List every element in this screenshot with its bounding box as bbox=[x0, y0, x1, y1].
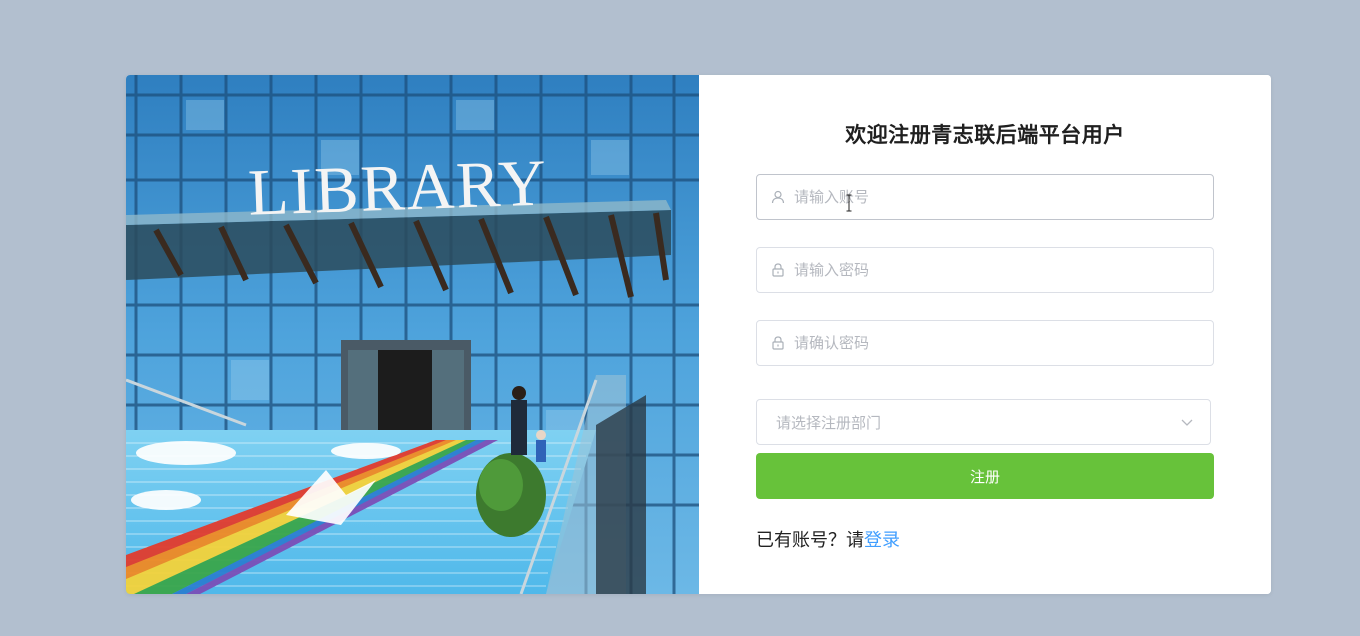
login-prompt-text: 已有账号？请 bbox=[756, 530, 864, 551]
page-title: 欢迎注册青志联后端平台用户 bbox=[845, 123, 1125, 147]
password-input[interactable] bbox=[794, 250, 1194, 290]
register-form: 欢迎注册青志联后端平台用户 请输入账号 请选择注册部门 注册 已有账号？请登录 bbox=[699, 75, 1271, 594]
library-sign: LIBRARY bbox=[247, 146, 549, 229]
login-prompt: 已有账号？请登录 bbox=[756, 526, 900, 552]
department-placeholder: 请选择注册部门 bbox=[776, 413, 882, 432]
username-input[interactable] bbox=[794, 177, 1194, 217]
chevron-down-icon bbox=[1180, 415, 1194, 429]
lock-icon bbox=[770, 335, 786, 351]
user-icon bbox=[770, 189, 786, 205]
login-link[interactable]: 登录 bbox=[864, 530, 900, 551]
library-photo: LIBRARY bbox=[126, 75, 699, 594]
register-button[interactable]: 注册 bbox=[756, 453, 1214, 499]
password-field[interactable] bbox=[756, 247, 1214, 293]
text-cursor-icon bbox=[846, 194, 852, 212]
confirm-password-input[interactable] bbox=[794, 323, 1194, 363]
confirm-password-field[interactable] bbox=[756, 320, 1214, 366]
department-select[interactable]: 请选择注册部门 bbox=[756, 399, 1211, 445]
username-field[interactable] bbox=[756, 174, 1214, 220]
lock-icon bbox=[770, 262, 786, 278]
register-card: LIBRARY 欢迎注册青志联后端平台用户 请输入账号 请选择注册部门 注册 已… bbox=[126, 75, 1271, 594]
